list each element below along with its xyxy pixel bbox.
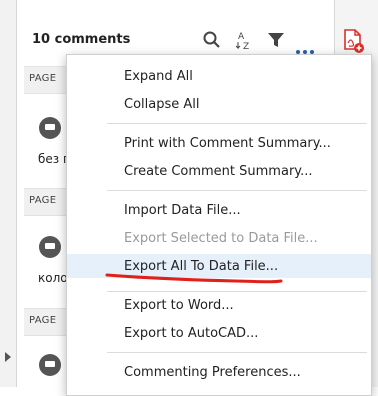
- pdf-add-icon[interactable]: [340, 28, 366, 54]
- options-context-menu: Expand All Collapse All Print with Comme…: [66, 54, 372, 396]
- red-underline-annotation: [105, 273, 283, 284]
- comment-bubble-icon[interactable]: [39, 354, 61, 376]
- menu-item-import-data-file[interactable]: Import Data File...: [67, 198, 371, 222]
- comment-count-label: 10 comments: [32, 32, 131, 47]
- comment-snippet[interactable]: коло: [38, 271, 68, 285]
- menu-item-label: Import Data File...: [124, 203, 241, 218]
- menu-item-label: Create Comment Summary...: [124, 164, 313, 179]
- menu-item-label: Print with Comment Summary...: [124, 136, 331, 151]
- menu-item-label: Collapse All: [124, 97, 200, 112]
- menu-item-export-selected: Export Selected to Data File...: [67, 226, 371, 250]
- menu-item-expand-all[interactable]: Expand All: [67, 64, 371, 88]
- filter-icon[interactable]: [266, 30, 286, 50]
- menu-separator: [107, 291, 367, 292]
- comments-panel-header: 10 comments A Z: [24, 22, 332, 56]
- expand-panel-arrow-icon[interactable]: [5, 352, 11, 362]
- more-options-icon[interactable]: [296, 39, 320, 54]
- comment-bubble-icon[interactable]: [39, 117, 61, 139]
- menu-item-export-to-word[interactable]: Export to Word...: [67, 293, 371, 317]
- left-navigation-strip: [0, 0, 17, 387]
- menu-item-commenting-preferences[interactable]: Commenting Preferences...: [67, 360, 371, 384]
- menu-item-print-comment-summary[interactable]: Print with Comment Summary...: [67, 131, 371, 155]
- menu-separator: [107, 123, 367, 124]
- menu-item-label: Export Selected to Data File...: [124, 231, 318, 246]
- menu-separator: [107, 190, 367, 191]
- menu-separator: [107, 352, 367, 353]
- menu-item-collapse-all[interactable]: Collapse All: [67, 92, 371, 116]
- menu-item-label: Commenting Preferences...: [124, 365, 301, 380]
- page-label: PAGE: [29, 73, 57, 84]
- menu-item-label: Export to Word...: [124, 298, 234, 313]
- sort-az-icon[interactable]: A Z: [234, 30, 254, 50]
- svg-text:Z: Z: [243, 42, 249, 50]
- menu-item-create-comment-summary[interactable]: Create Comment Summary...: [67, 159, 371, 183]
- svg-text:A: A: [238, 32, 245, 42]
- page-label: PAGE: [29, 195, 57, 206]
- menu-item-label: Expand All: [124, 69, 193, 84]
- page-label: PAGE: [29, 315, 57, 326]
- menu-item-label: Export to AutoCAD...: [124, 326, 259, 341]
- search-icon[interactable]: [202, 30, 222, 50]
- comment-bubble-icon[interactable]: [39, 236, 61, 258]
- menu-item-export-to-autocad[interactable]: Export to AutoCAD...: [67, 321, 371, 345]
